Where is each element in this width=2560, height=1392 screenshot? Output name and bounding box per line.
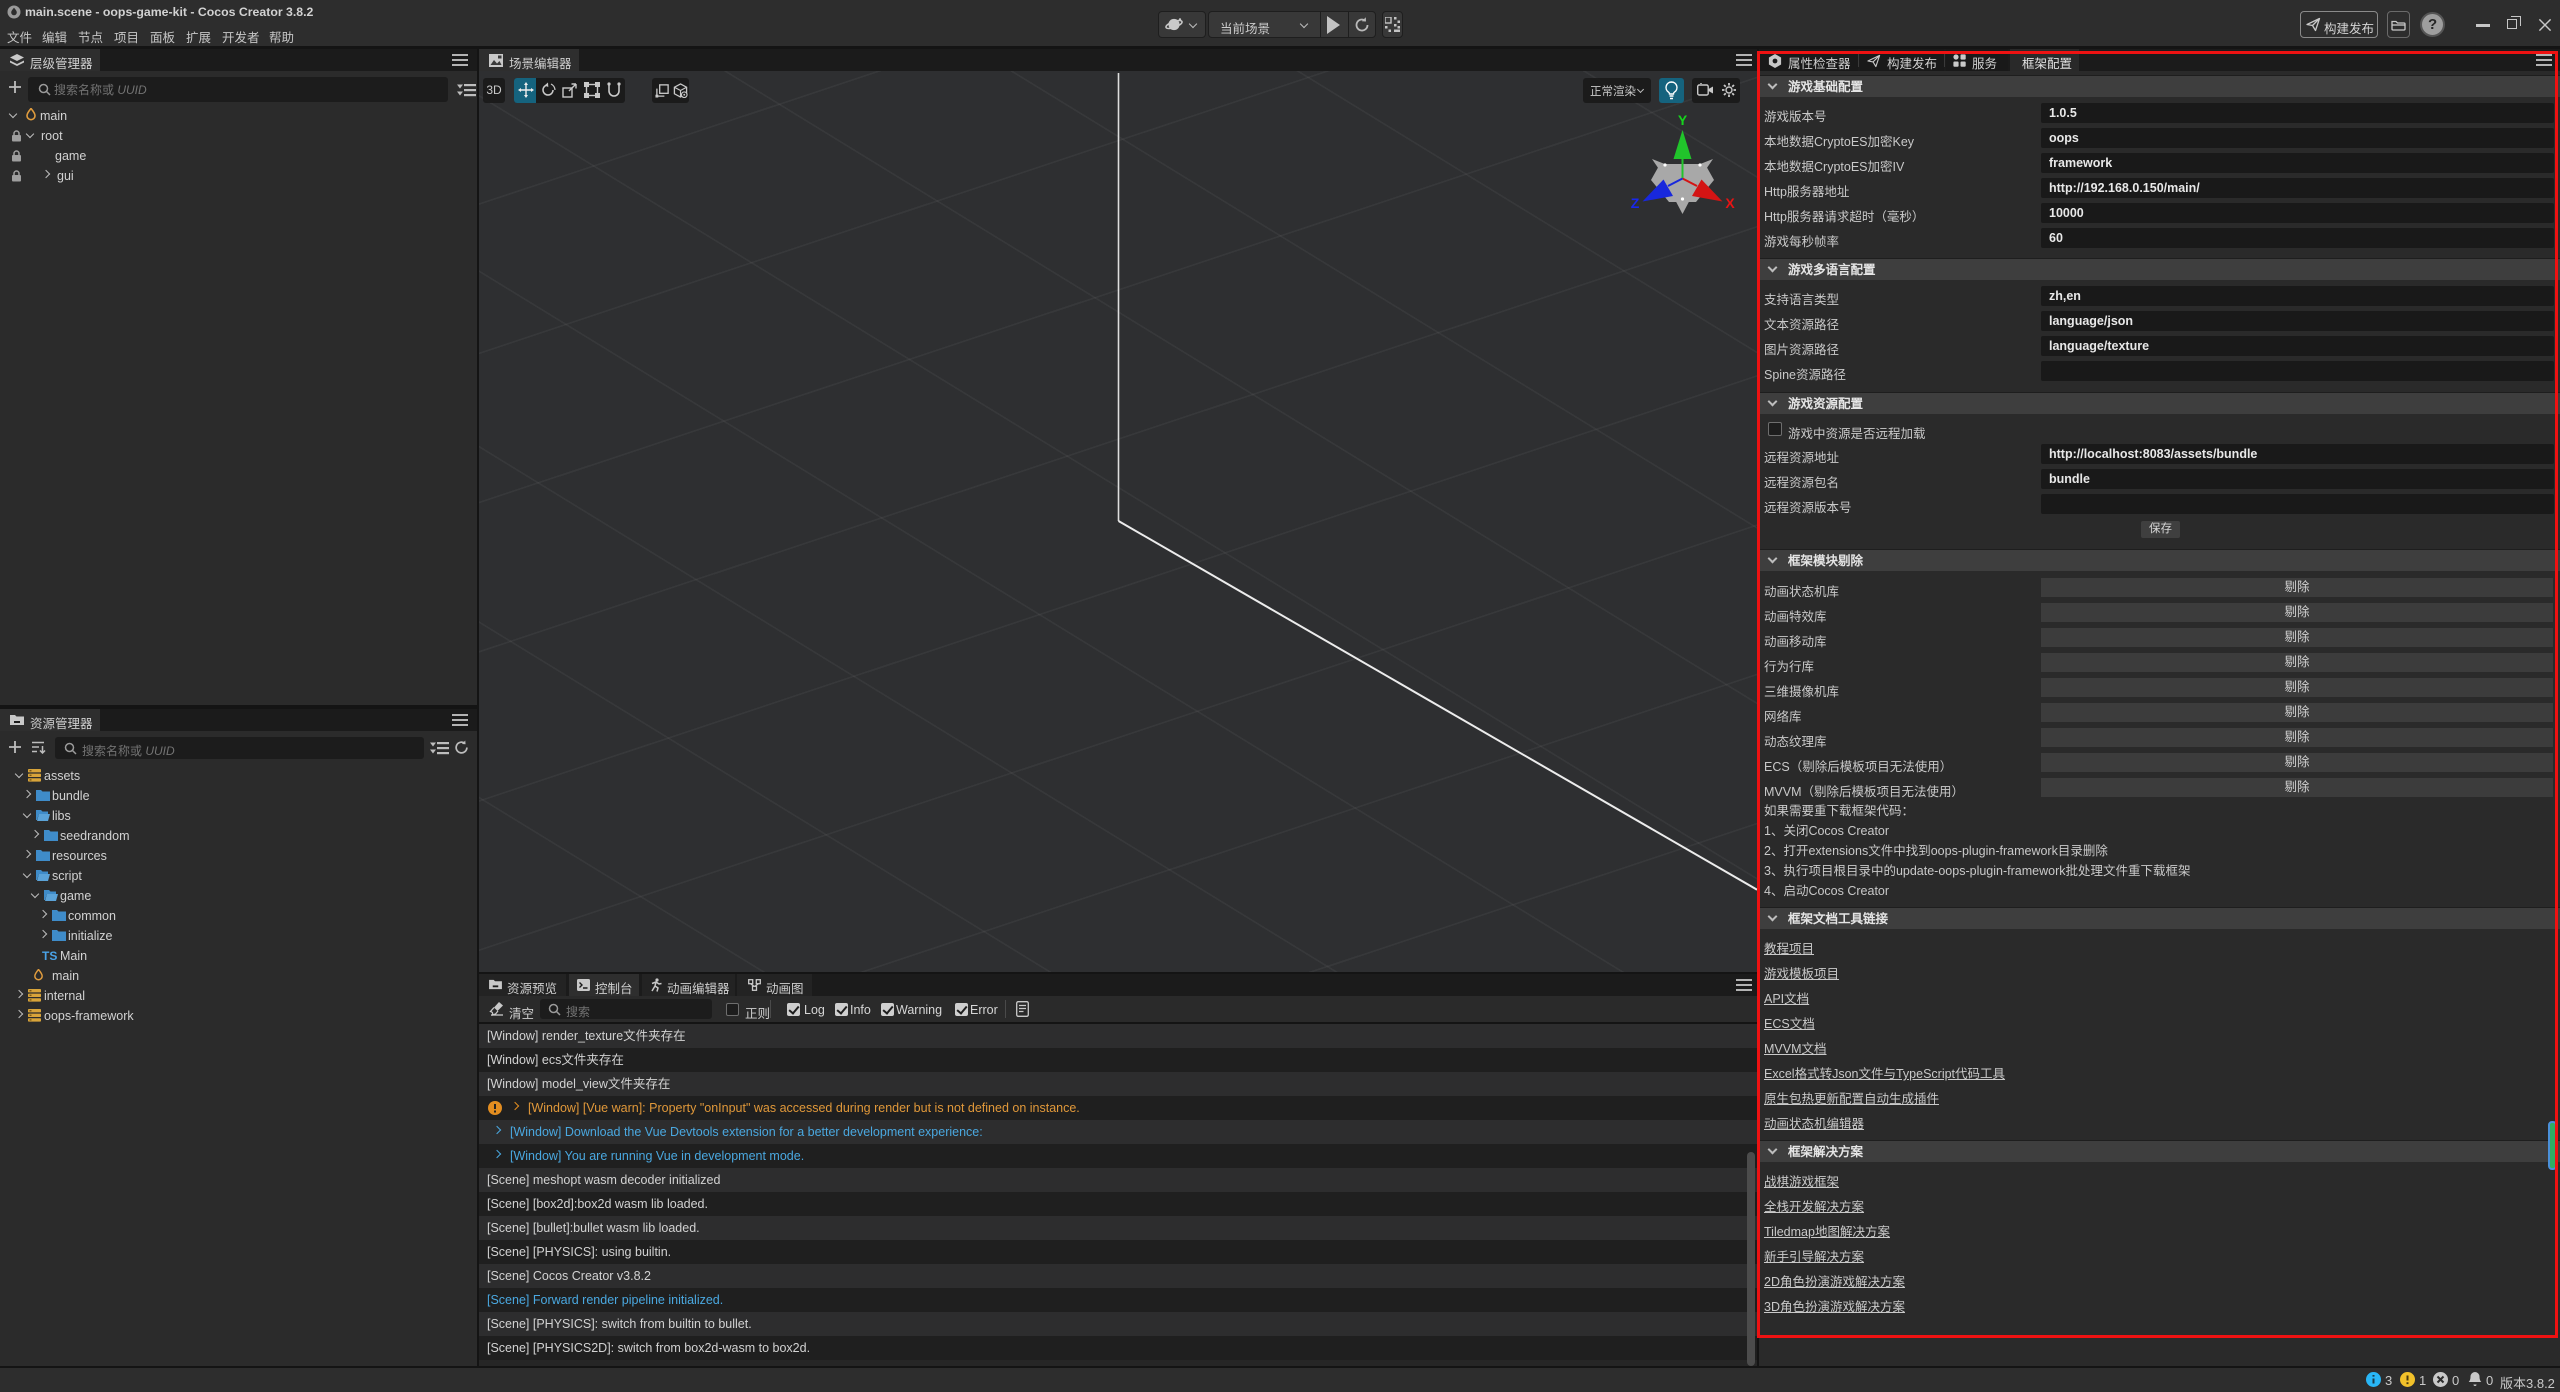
svg-text:Z: Z (1631, 195, 1640, 211)
svg-text:X: X (1725, 195, 1735, 211)
svg-text:Y: Y (1678, 112, 1688, 128)
